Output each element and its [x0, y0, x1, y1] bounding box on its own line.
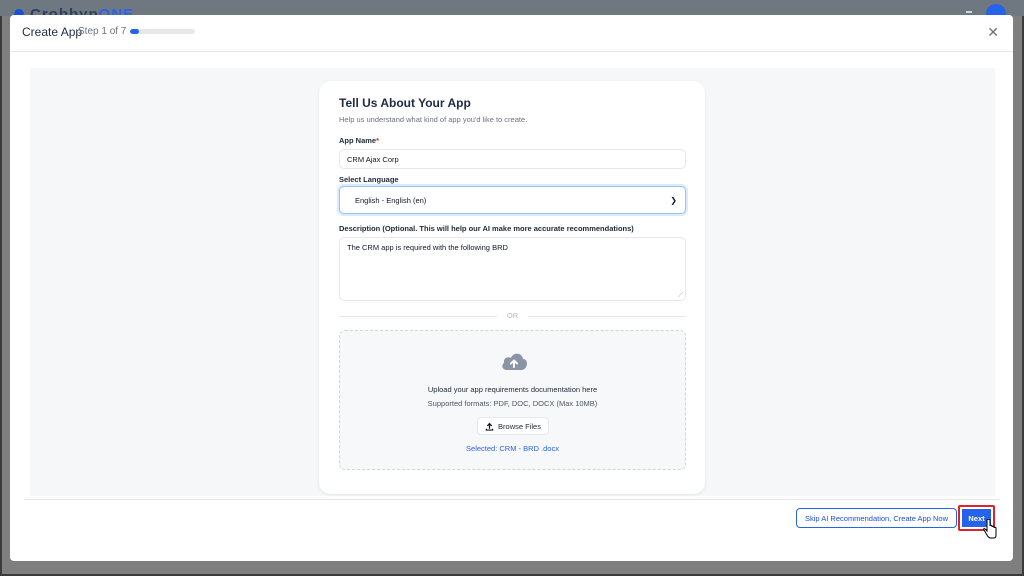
- cloud-upload-icon: [502, 353, 527, 370]
- or-divider: OR: [339, 311, 686, 321]
- modal-title: Create App: [22, 25, 83, 39]
- resize-handle-icon[interactable]: ⟋: [678, 292, 683, 299]
- language-select[interactable]: English - English (en) ❯: [339, 186, 686, 214]
- app-info-card: Tell Us About Your App Help us understan…: [319, 81, 705, 494]
- language-selected-value: English - English (en): [355, 195, 427, 205]
- create-app-modal: Create App Step 1 of 7 ✕ Tell Us About Y…: [10, 15, 1013, 561]
- browse-files-button[interactable]: Browse Files: [477, 417, 549, 435]
- skip-ai-recommendation-button[interactable]: Skip AI Recommendation, Create App Now: [796, 508, 957, 528]
- step-progress-bar: [130, 29, 195, 34]
- modal-body: Tell Us About Your App Help us understan…: [30, 68, 995, 496]
- step-indicator: Step 1 of 7: [78, 26, 127, 37]
- modal-header: Create App Step 1 of 7 ✕: [10, 15, 1013, 52]
- app-name-input[interactable]: CRM Ajax Corp: [339, 149, 686, 169]
- description-textarea[interactable]: The CRM app is required with the followi…: [339, 237, 686, 301]
- app-name-label: App Name*: [339, 136, 380, 145]
- card-subtitle: Help us understand what kind of app you'…: [339, 115, 528, 124]
- step-progress-fill: [130, 29, 140, 34]
- mouse-pointer-icon: [983, 519, 997, 539]
- upload-instructions: Upload your app requirements documentati…: [427, 385, 598, 394]
- supported-formats: Supported formats: PDF, DOC, DOCX (Max 1…: [427, 399, 598, 408]
- upload-icon: [485, 422, 494, 431]
- card-title: Tell Us About Your App: [339, 96, 471, 110]
- file-dropzone[interactable]: Upload your app requirements documentati…: [339, 330, 686, 470]
- description-label: Description (Optional. This will help ou…: [339, 224, 634, 233]
- app-top-bar: CrobbypONE: [0, 0, 1024, 24]
- selected-file-name: Selected: CRM - BRD .docx: [466, 444, 559, 453]
- required-marker: *: [376, 136, 380, 145]
- chevron-down-icon: ❯: [670, 195, 677, 205]
- menu-icon[interactable]: [966, 11, 972, 14]
- footer-divider: [24, 499, 999, 500]
- close-icon[interactable]: ✕: [987, 25, 999, 39]
- language-label: Select Language: [339, 175, 399, 184]
